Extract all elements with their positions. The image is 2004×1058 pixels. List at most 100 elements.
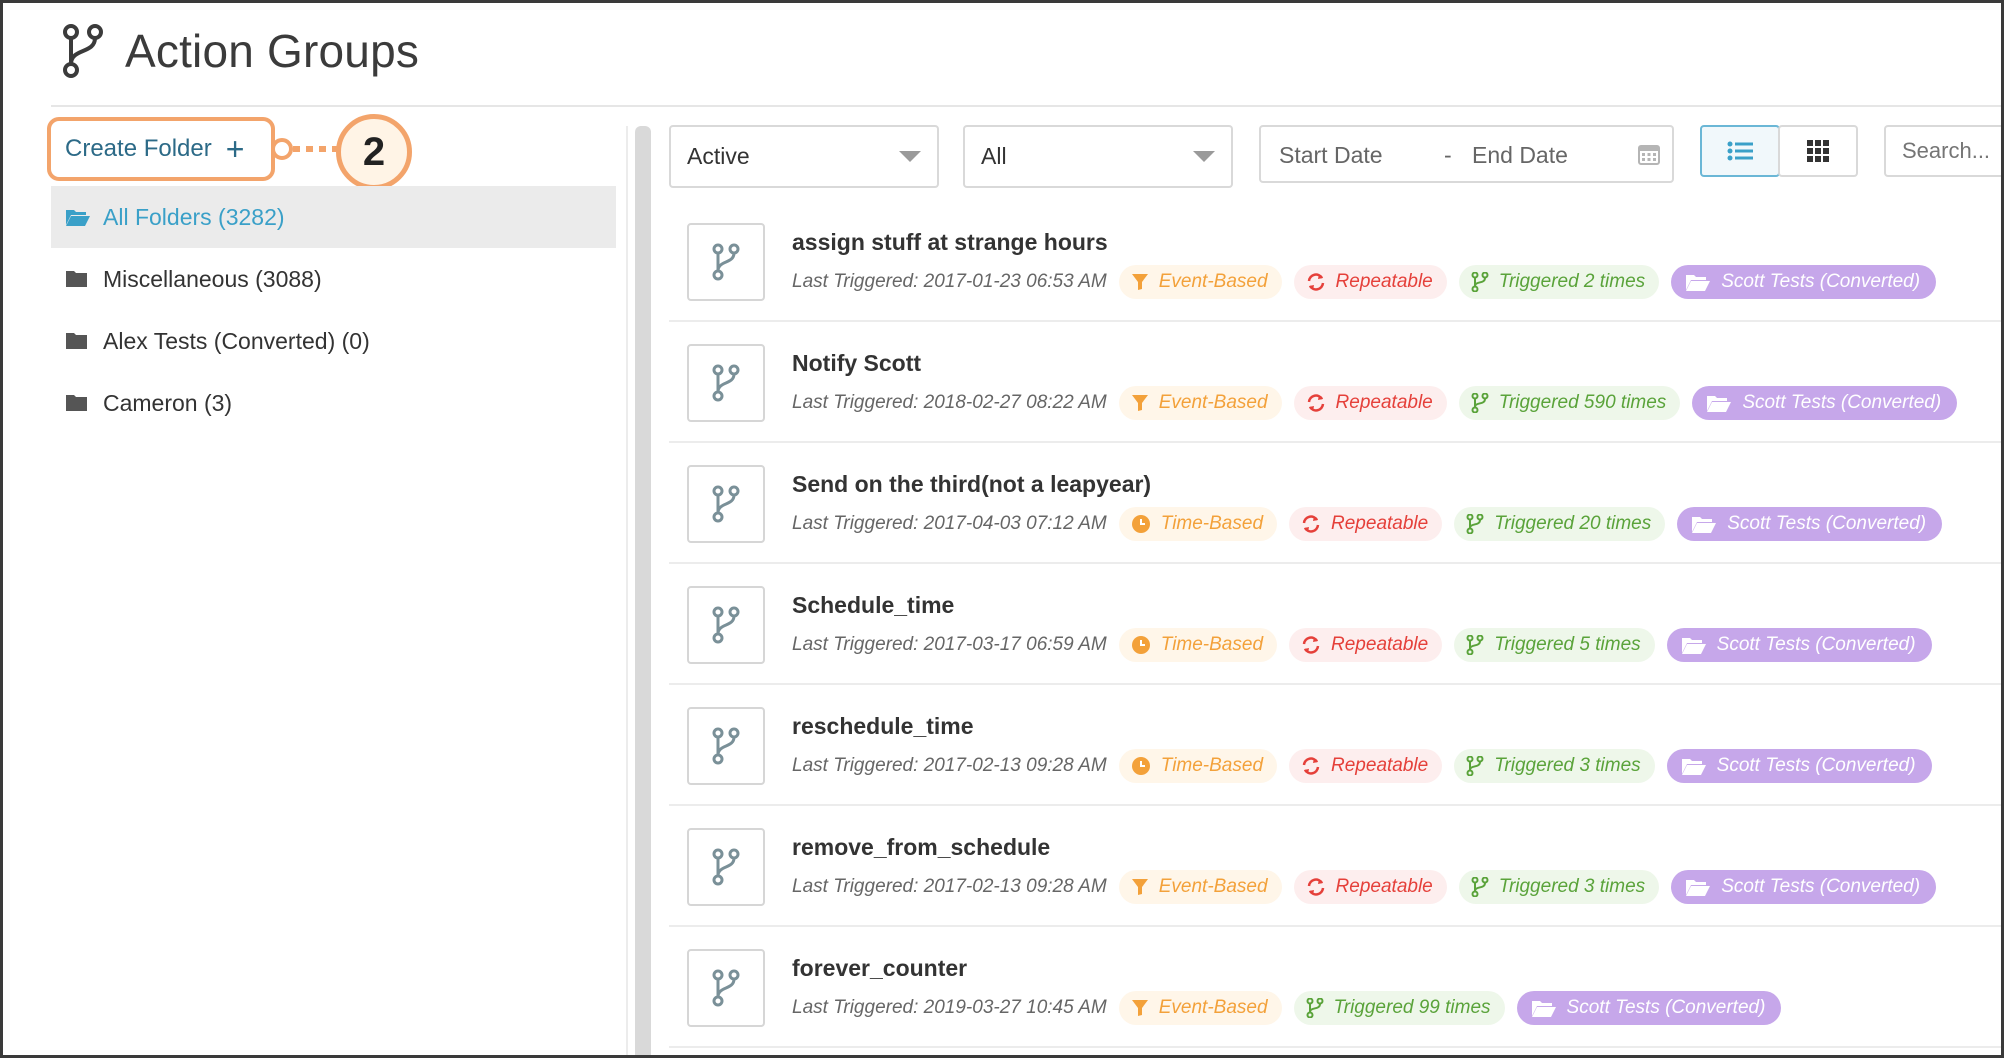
clock-icon — [1131, 756, 1161, 776]
status-select[interactable]: Active — [669, 125, 939, 188]
status-select-value: Active — [687, 143, 750, 169]
date-range-picker[interactable]: Start Date - End Date — [1259, 125, 1674, 183]
branch-icon — [712, 364, 740, 402]
action-group-title[interactable]: assign stuff at strange hours — [792, 229, 1108, 256]
folder-open-icon — [1691, 514, 1727, 534]
last-triggered: Last Triggered: 2018-02-27 08:22 AM — [792, 392, 1107, 413]
action-group-list: assign stuff at strange hours Last Trigg… — [669, 201, 2001, 1048]
folder-label: Alex Tests (Converted) (0) — [103, 327, 370, 354]
action-group-icon — [687, 828, 765, 906]
trigger-type-badge: Time-Based — [1118, 628, 1278, 662]
trigger-count-badge: Triggered 3 times — [1458, 870, 1660, 904]
page-header: Action Groups — [61, 21, 419, 81]
trigger-type-badge: Event-Based — [1118, 265, 1282, 299]
folder-item-alex-tests[interactable]: Alex Tests (Converted) (0) — [51, 310, 616, 372]
repeat-icon — [1301, 635, 1331, 655]
list-icon — [1727, 141, 1753, 161]
action-group-meta: Last Triggered: 2018-02-27 08:22 AM Even… — [792, 386, 1969, 420]
action-group-row[interactable]: Send on the third(not a leapyear) Last T… — [669, 443, 2001, 564]
action-group-title[interactable]: Notify Scott — [792, 350, 921, 377]
callout-connector — [271, 138, 339, 160]
list-view-button[interactable] — [1700, 125, 1780, 177]
action-group-title[interactable]: Send on the third(not a leapyear) — [792, 471, 1151, 498]
filter-icon — [1131, 394, 1159, 412]
scrollbar[interactable] — [635, 126, 651, 1055]
folder-open-icon — [1531, 998, 1567, 1018]
action-group-title[interactable]: remove_from_schedule — [792, 834, 1050, 861]
repeat-icon — [1301, 514, 1331, 534]
action-group-row[interactable]: forever_counter Last Triggered: 2019-03-… — [669, 927, 2001, 1048]
repeatable-badge: Repeatable — [1289, 628, 1443, 662]
folder-badge: Scott Tests (Converted) — [1671, 870, 1937, 904]
folder-open-icon — [1681, 756, 1717, 776]
folder-icon — [66, 395, 87, 411]
trigger-type-badge-label: Event-Based — [1158, 876, 1268, 897]
repeatable-badge-label: Repeatable — [1335, 876, 1433, 897]
folder-badge: Scott Tests (Converted) — [1666, 628, 1932, 662]
folder-badge: Scott Tests (Converted) — [1516, 991, 1782, 1025]
branch-icon — [712, 606, 740, 644]
trigger-count-badge: Triggered 20 times — [1454, 507, 1666, 541]
trigger-type-badge: Event-Based — [1118, 386, 1282, 420]
action-group-title[interactable]: reschedule_time — [792, 713, 974, 740]
action-group-title[interactable]: Schedule_time — [792, 592, 954, 619]
chevron-down-icon — [899, 151, 921, 162]
folder-open-icon — [1685, 877, 1721, 897]
calendar-icon[interactable] — [1638, 143, 1660, 165]
action-group-icon — [687, 344, 765, 422]
repeat-icon — [1306, 877, 1336, 897]
step-badge: 2 — [336, 114, 412, 190]
action-group-row[interactable]: Schedule_time Last Triggered: 2017-03-17… — [669, 564, 2001, 685]
action-group-meta: Last Triggered: 2017-04-03 07:12 AM Time… — [792, 507, 1954, 541]
action-group-icon — [687, 223, 765, 301]
type-select-value: All — [981, 143, 1007, 169]
repeat-icon — [1306, 393, 1336, 413]
action-group-row[interactable]: Notify Scott Last Triggered: 2018-02-27 … — [669, 322, 2001, 443]
start-date-field[interactable]: Start Date — [1279, 142, 1383, 169]
last-triggered: Last Triggered: 2017-01-23 06:53 AM — [792, 271, 1107, 292]
trigger-count-badge: Triggered 99 times — [1293, 991, 1505, 1025]
trigger-count-badge: Triggered 2 times — [1458, 265, 1660, 299]
date-separator: - — [1444, 142, 1452, 168]
repeatable-badge: Repeatable — [1289, 507, 1443, 541]
trigger-type-badge: Event-Based — [1118, 870, 1282, 904]
filter-icon — [1131, 878, 1159, 896]
repeatable-badge-label: Repeatable — [1331, 755, 1429, 776]
trigger-count-badge: Triggered 3 times — [1454, 749, 1655, 783]
type-select[interactable]: All — [963, 125, 1233, 188]
header-divider — [51, 105, 2001, 107]
last-triggered: Last Triggered: 2019-03-27 10:45 AM — [792, 997, 1107, 1018]
action-group-meta: Last Triggered: 2017-02-13 09:28 AM Even… — [792, 870, 1948, 904]
folder-badge-label: Scott Tests (Converted) — [1721, 271, 1921, 292]
action-group-title[interactable]: forever_counter — [792, 955, 967, 982]
folder-item-cameron[interactable]: Cameron (3) — [51, 372, 616, 434]
grid-view-button[interactable] — [1778, 125, 1858, 177]
last-triggered: Last Triggered: 2017-04-03 07:12 AM — [792, 513, 1107, 534]
end-date-field[interactable]: End Date — [1472, 142, 1568, 169]
trigger-count-badge-label: Triggered 20 times — [1494, 513, 1652, 534]
trigger-type-badge-label: Event-Based — [1158, 392, 1268, 413]
action-group-row[interactable]: reschedule_time Last Triggered: 2017-02-… — [669, 685, 2001, 806]
page-title: Action Groups — [125, 25, 420, 77]
action-group-meta: Last Triggered: 2017-03-17 06:59 AM Time… — [792, 628, 1944, 662]
last-triggered: Last Triggered: 2017-03-17 06:59 AM — [792, 634, 1107, 655]
trigger-count-badge-label: Triggered 3 times — [1494, 755, 1641, 776]
action-group-row[interactable]: assign stuff at strange hours Last Trigg… — [669, 201, 2001, 322]
folder-item-all-folders[interactable]: All Folders (3282) — [51, 186, 616, 248]
trigger-type-badge-label: Time-Based — [1160, 755, 1264, 776]
create-folder-button[interactable]: Create Folder + — [47, 117, 275, 181]
trigger-type-badge-label: Event-Based — [1158, 271, 1268, 292]
clock-icon — [1131, 635, 1161, 655]
action-group-icon — [687, 707, 765, 785]
trigger-type-badge: Time-Based — [1118, 507, 1278, 541]
action-group-row[interactable]: remove_from_schedule Last Triggered: 201… — [669, 806, 2001, 927]
app-frame: Action Groups Create Folder + 2 All Fold… — [0, 0, 2004, 1058]
trigger-type-badge-label: Time-Based — [1160, 513, 1264, 534]
repeatable-badge-label: Repeatable — [1335, 271, 1433, 292]
folder-item-miscellaneous[interactable]: Miscellaneous (3088) — [51, 248, 616, 310]
search-input[interactable] — [1884, 125, 2001, 177]
trigger-type-badge-label: Event-Based — [1158, 997, 1268, 1018]
repeat-icon — [1301, 756, 1331, 776]
folder-badge-label: Scott Tests (Converted) — [1716, 634, 1916, 655]
folder-badge: Scott Tests (Converted) — [1677, 507, 1943, 541]
